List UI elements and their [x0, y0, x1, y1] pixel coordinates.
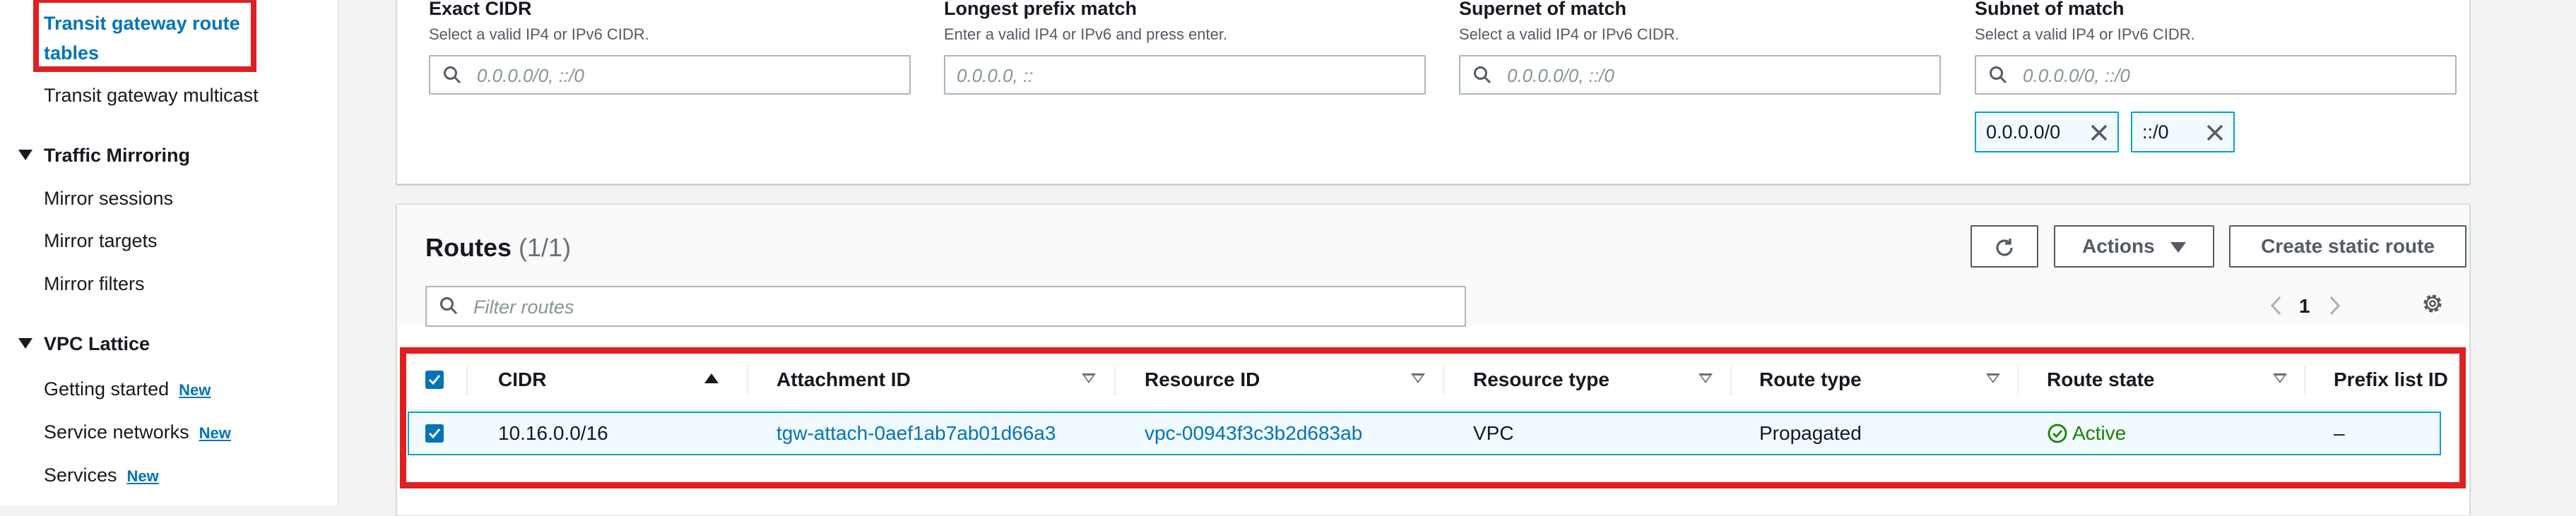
- sidebar-item-transit-gateway-multicast[interactable]: Transit gateway multicast: [44, 83, 259, 107]
- routes-title-text: Routes: [425, 233, 512, 262]
- input-placeholder: 0.0.0.0, ::: [957, 65, 1034, 86]
- sidebar-section-traffic-mirroring[interactable]: Traffic Mirroring: [18, 143, 190, 167]
- sidebar-item-mirror-sessions[interactable]: Mirror sessions: [44, 186, 173, 210]
- input-placeholder: 0.0.0.0/0, ::/0: [1507, 65, 1614, 86]
- search-icon: [440, 297, 458, 315]
- filter-label: Supernet of match: [1459, 0, 1627, 19]
- search-icon: [444, 66, 461, 84]
- sidebar-item-service-networks[interactable]: Service networks New: [44, 420, 231, 445]
- nav-label: Service networks: [44, 421, 189, 443]
- input-placeholder: Filter routes: [473, 296, 574, 318]
- create-static-route-button[interactable]: Create static route: [2229, 225, 2466, 268]
- sidebar-section-vpc-lattice[interactable]: VPC Lattice: [18, 332, 150, 356]
- search-icon: [1474, 66, 1491, 84]
- filter-label: Subnet of match: [1975, 0, 2125, 19]
- filter-label: Longest prefix match: [944, 0, 1138, 19]
- route-filter-panel: Exact CIDR Select a valid IP4 or IPv6 CI…: [396, 0, 2470, 184]
- filter-description: Enter a valid IP4 or IPv6 and press ente…: [944, 25, 1228, 43]
- close-icon[interactable]: [2205, 123, 2225, 143]
- new-badge: New: [126, 467, 159, 485]
- active-item-highlight: [33, 0, 256, 72]
- sidebar-item-mirror-filters[interactable]: Mirror filters: [44, 272, 145, 296]
- table-highlight: [400, 347, 2466, 488]
- refresh-icon: [1996, 239, 2013, 256]
- routes-count: (1/1): [519, 233, 572, 262]
- input-placeholder: 0.0.0.0/0, ::/0: [477, 65, 584, 86]
- new-badge: New: [179, 381, 211, 399]
- caret-down-icon: [2170, 242, 2186, 253]
- nav-label: Services: [44, 464, 117, 486]
- filter-description: Select a valid IP4 or IPv6 CIDR.: [429, 25, 649, 43]
- actions-label: Actions: [2082, 235, 2155, 257]
- filter-token: 0.0.0.0/0: [1975, 112, 2119, 152]
- chevron-left-icon[interactable]: [2269, 295, 2282, 316]
- filter-routes-input[interactable]: Filter routes: [425, 286, 1466, 327]
- sidebar: Transit gateway route tables Transit gat…: [0, 0, 338, 505]
- close-icon[interactable]: [2089, 123, 2109, 143]
- supernet-input[interactable]: 0.0.0.0/0, ::/0: [1459, 55, 1941, 95]
- actions-button[interactable]: Actions: [2054, 225, 2214, 268]
- token-label: ::/0: [2142, 121, 2169, 143]
- filter-token: ::/0: [2131, 112, 2235, 152]
- refresh-button[interactable]: [1971, 225, 2038, 268]
- filter-description: Select a valid IP4 or IPv6 CIDR.: [1459, 25, 1679, 43]
- routes-title: Routes (1/1): [425, 233, 571, 263]
- section-title: Traffic Mirroring: [44, 145, 191, 166]
- page-number[interactable]: 1: [2299, 295, 2310, 318]
- section-title: VPC Lattice: [44, 333, 150, 354]
- longest-prefix-input[interactable]: 0.0.0.0, ::: [944, 55, 1426, 95]
- filter-label: Exact CIDR: [429, 0, 532, 19]
- filter-description: Select a valid IP4 or IPv6 CIDR.: [1975, 25, 2195, 43]
- gear-icon[interactable]: [2421, 292, 2445, 316]
- new-badge: New: [199, 424, 231, 442]
- input-placeholder: 0.0.0.0/0, ::/0: [2023, 65, 2130, 86]
- sidebar-item-mirror-targets[interactable]: Mirror targets: [44, 229, 158, 253]
- search-icon: [1990, 66, 2007, 84]
- exact-cidr-input[interactable]: 0.0.0.0/0, ::/0: [429, 55, 911, 95]
- subnet-input[interactable]: 0.0.0.0/0, ::/0: [1975, 55, 2457, 95]
- nav-label: Getting started: [44, 378, 170, 400]
- sidebar-item-services[interactable]: Services New: [44, 463, 159, 488]
- token-label: 0.0.0.0/0: [1986, 121, 2061, 143]
- chevron-right-icon[interactable]: [2329, 295, 2341, 316]
- caret-down-icon: [18, 150, 33, 161]
- sidebar-item-getting-started[interactable]: Getting started New: [44, 377, 211, 402]
- caret-down-icon: [18, 338, 33, 349]
